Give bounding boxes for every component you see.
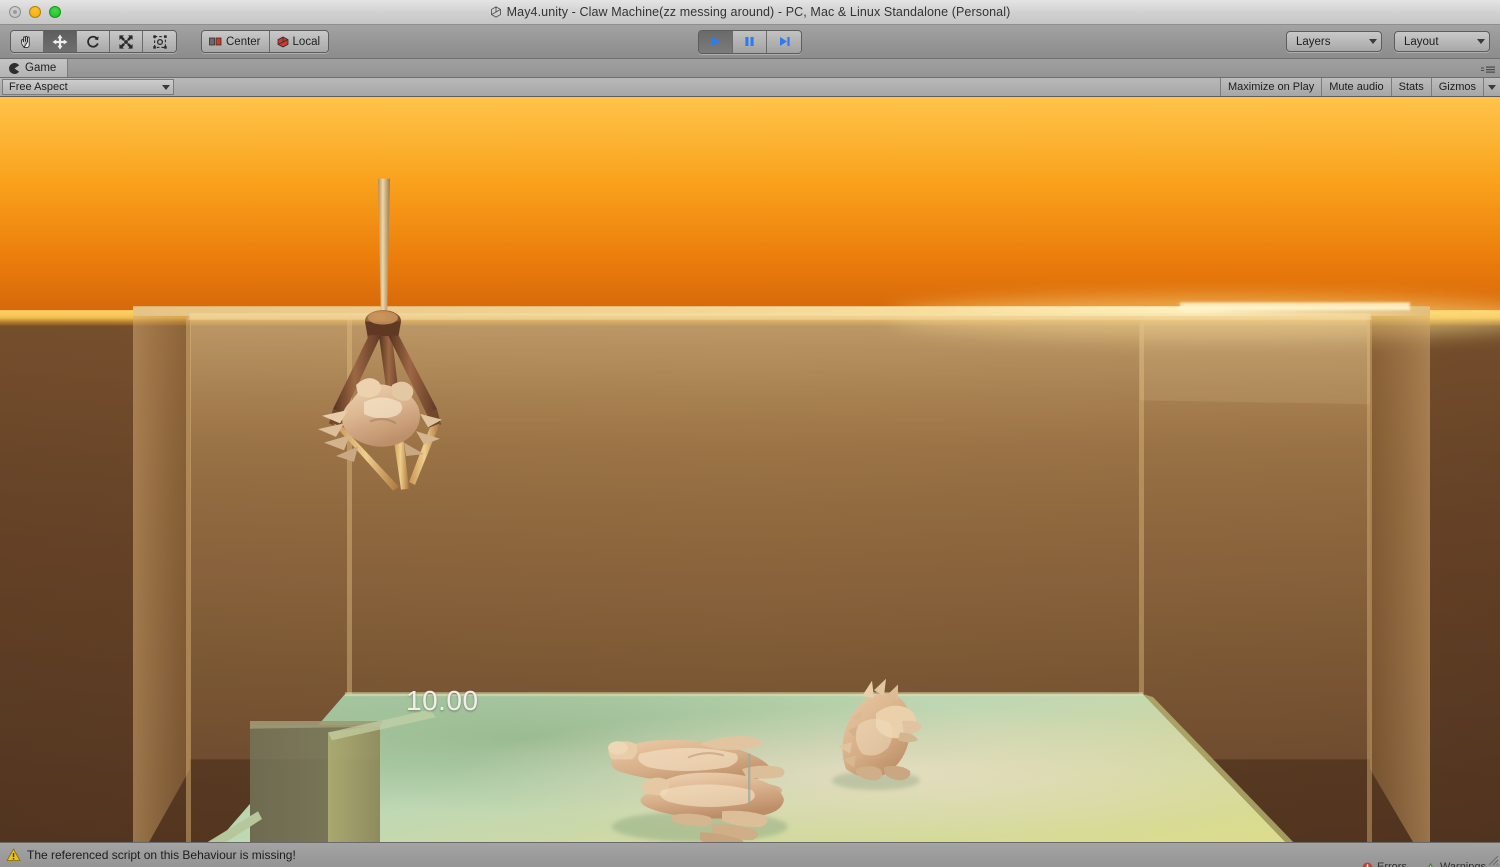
pivot-rotation-button[interactable]: Local: [269, 31, 329, 52]
aspect-ratio-label: Free Aspect: [9, 81, 68, 93]
local-space-icon: [277, 36, 288, 47]
hand-tool[interactable]: [11, 31, 44, 52]
window-controls: [0, 6, 61, 18]
window-title: May4.unity - Claw Machine(zz messing aro…: [0, 5, 1500, 19]
game-view-render[interactable]: 10.00: [0, 97, 1500, 842]
minimize-button[interactable]: [29, 6, 41, 18]
warning-counter-label: Warnings: [1439, 861, 1486, 867]
maximize-on-play-label: Maximize on Play: [1228, 81, 1315, 93]
tab-game[interactable]: Game: [0, 59, 69, 77]
layers-label: Layers: [1296, 35, 1331, 48]
unity-editor-window: May4.unity - Claw Machine(zz messing aro…: [0, 0, 1500, 867]
chevron-down-icon: [1369, 39, 1377, 44]
gizmos-dropdown[interactable]: [1483, 78, 1500, 96]
unity-icon: [490, 6, 501, 18]
gizmos-toggle[interactable]: Gizmos: [1430, 78, 1483, 96]
cabinet-glass-right: [1370, 311, 1430, 842]
play-icon: [711, 36, 721, 47]
gizmos-label: Gizmos: [1438, 81, 1476, 93]
transform-tools-group: [10, 30, 177, 53]
warning-counter[interactable]: Warnings: [1425, 861, 1486, 867]
warning-small-icon: [1427, 862, 1434, 867]
step-button[interactable]: [767, 30, 801, 53]
toolbar-right-group: Layers Layout: [1286, 31, 1490, 52]
rect-transform-icon: [152, 34, 167, 49]
chevron-down-icon: [162, 84, 170, 90]
aspect-ratio-dropdown[interactable]: Free Aspect: [2, 79, 174, 95]
pivot-center-button[interactable]: Center: [202, 31, 270, 52]
stats-toggle[interactable]: Stats: [1390, 78, 1431, 96]
scale-tool[interactable]: [110, 31, 143, 52]
tab-game-label: Game: [25, 62, 57, 74]
chevron-down-icon: [1488, 84, 1496, 90]
zoom-button[interactable]: [49, 6, 61, 18]
playback-controls: [698, 29, 802, 54]
pivot-mode-group: Center Local: [201, 30, 330, 53]
chevron-down-icon: [1477, 39, 1485, 44]
status-bar[interactable]: The referenced script on this Behaviour …: [0, 842, 1500, 867]
status-counters: Errors Warnings: [1362, 861, 1486, 867]
pause-icon: [745, 37, 754, 46]
close-button[interactable]: [9, 6, 21, 18]
scale-icon: [119, 34, 133, 49]
cabinet-glass-left: [133, 311, 190, 842]
game-view-toolbar: Free Aspect Maximize on Play Mute audio …: [0, 78, 1500, 97]
hand-icon: [21, 35, 30, 48]
main-toolbar: Center Local Layers Layout: [0, 25, 1500, 59]
stats-label: Stats: [1398, 81, 1424, 93]
rotate-icon: [87, 35, 99, 48]
mute-audio-label: Mute audio: [1329, 81, 1384, 93]
error-counter-label: Errors: [1376, 861, 1407, 867]
error-counter[interactable]: Errors: [1362, 861, 1407, 867]
window-title-text: May4.unity - Claw Machine(zz messing aro…: [506, 5, 1011, 19]
dock-tab-row: Game: [0, 59, 1500, 78]
step-icon: [779, 37, 790, 46]
layout-dropdown[interactable]: Layout: [1394, 31, 1490, 52]
window-titlebar: May4.unity - Claw Machine(zz messing aro…: [0, 0, 1500, 25]
play-button[interactable]: [699, 30, 733, 53]
layers-dropdown[interactable]: Layers: [1286, 31, 1382, 52]
sky-background: [0, 97, 1500, 320]
hamburger-menu-icon: [1481, 66, 1495, 73]
warning-icon: [6, 848, 21, 862]
pivot-rotation-label: Local: [292, 35, 321, 48]
center-pivot-icon: [209, 37, 222, 46]
game-view-toggles: Maximize on Play Mute audio Stats Gizmos: [1220, 78, 1500, 96]
game-view-icon: [9, 62, 20, 74]
move-icon: [52, 33, 68, 50]
move-tool[interactable]: [44, 31, 77, 52]
layout-label: Layout: [1404, 35, 1439, 48]
status-message: The referenced script on this Behaviour …: [27, 848, 296, 862]
resize-grip-icon[interactable]: [1485, 852, 1499, 866]
error-icon: [1362, 862, 1373, 867]
claw-machine-scene: [0, 97, 1500, 842]
dock-options-button[interactable]: [1480, 65, 1496, 75]
pause-button[interactable]: [733, 30, 767, 53]
pivot-center-label: Center: [226, 35, 261, 48]
rotate-tool[interactable]: [77, 31, 110, 52]
mute-audio-toggle[interactable]: Mute audio: [1321, 78, 1391, 96]
maximize-on-play-toggle[interactable]: Maximize on Play: [1220, 78, 1322, 96]
rect-transform-tool[interactable]: [143, 31, 176, 52]
